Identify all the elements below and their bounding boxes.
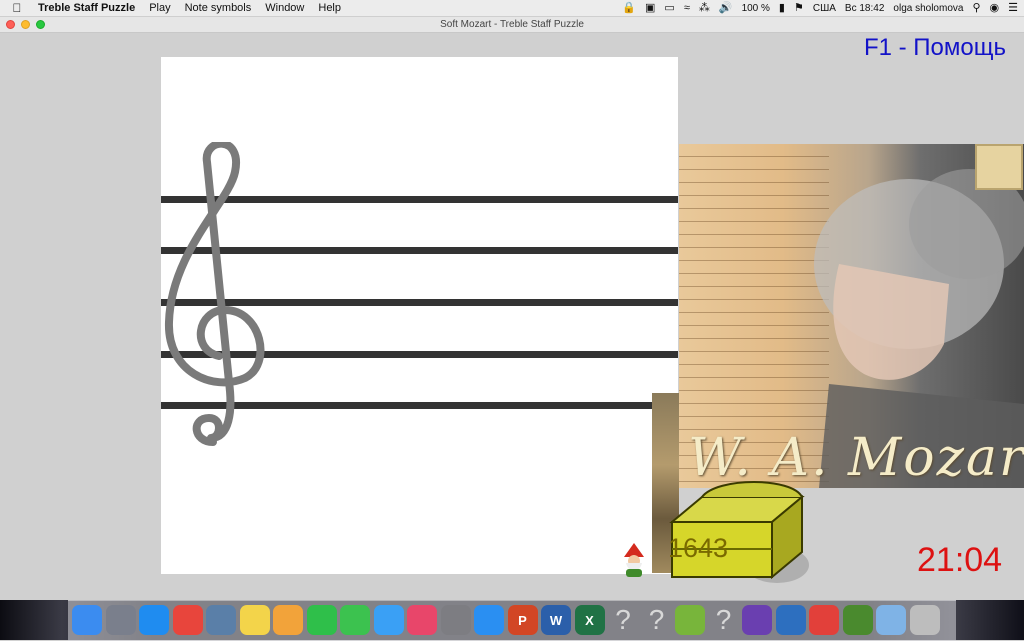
safari-icon[interactable] [139, 605, 169, 635]
game-area: F1 - Помощь W. A. Mozart 1643 21:04 [0, 33, 1024, 600]
anydesk-icon[interactable] [809, 605, 839, 635]
treble-clef-icon [164, 142, 265, 446]
chest-counter: 1643 [668, 533, 729, 563]
window-title: Soft Mozart - Treble Staff Puzzle [440, 19, 584, 30]
status-area: 🔒 ▣ ▭ ≈ ⁂ 🔊 100 % ▮ ⚑ США Вс 18:42 olga … [622, 0, 1018, 16]
gnome-icon[interactable] [620, 543, 648, 577]
game-timer: 21:04 [917, 541, 1003, 579]
dock: P W X??? [68, 600, 956, 641]
search-icon[interactable]: ⚲ [972, 0, 980, 16]
menu-note-symbols[interactable]: Note symbols [178, 2, 259, 14]
puzzle-tile[interactable] [975, 144, 1023, 190]
toggle-icon[interactable]: ▭ [664, 0, 674, 16]
help-hint[interactable]: F1 - Помощь [864, 34, 1006, 62]
excel-icon[interactable]: X [574, 605, 605, 635]
powerpoint-icon[interactable]: P [507, 605, 538, 635]
facetime-icon[interactable] [340, 605, 370, 635]
folder-icon[interactable] [876, 605, 906, 635]
chrome-icon[interactable] [172, 605, 203, 635]
photos-icon[interactable] [273, 605, 303, 635]
treble-staff[interactable] [161, 57, 678, 574]
battery-icon[interactable]: ▮ [779, 0, 785, 16]
messages-icon[interactable] [373, 605, 404, 635]
alert-icon[interactable]: ▣ [645, 0, 655, 16]
menu-bar:  Treble Staff Puzzle Play Note symbols … [0, 0, 1024, 17]
lock-icon[interactable]: 🔒 [622, 0, 636, 16]
notes-icon[interactable] [239, 605, 270, 635]
itunes-icon[interactable] [407, 605, 437, 635]
siri-icon[interactable]: ◉ [990, 0, 1000, 16]
word-icon[interactable]: W [541, 605, 571, 635]
system-preferences-icon[interactable] [440, 605, 471, 635]
whatsapp-icon[interactable] [306, 605, 337, 635]
finder-icon[interactable] [72, 605, 102, 635]
screen-app-icon[interactable] [775, 605, 806, 635]
bluetooth-icon[interactable]: ⁂ [699, 0, 710, 16]
volume-icon[interactable]: 🔊 [719, 0, 733, 16]
flag-icon: ⚑ [793, 2, 804, 14]
question-icon[interactable]: ? [642, 604, 672, 635]
clock[interactable]: Вс 18:42 [845, 3, 884, 14]
app-store-icon[interactable] [474, 605, 504, 635]
input-source[interactable]: США [813, 3, 836, 14]
menu-window[interactable]: Window [258, 2, 311, 14]
visual-studio-icon[interactable] [742, 605, 772, 635]
wifi-icon[interactable]: ≈ [684, 0, 690, 16]
notification-center-icon[interactable]: ☰ [1008, 0, 1018, 16]
menu-play[interactable]: Play [142, 2, 177, 14]
launchpad-icon[interactable] [105, 605, 136, 635]
soft-mozart-icon[interactable] [842, 605, 873, 635]
question-icon[interactable]: ? [709, 604, 739, 635]
trash-icon[interactable] [909, 605, 940, 635]
menu-help[interactable]: Help [311, 2, 348, 14]
window-title-bar: Soft Mozart - Treble Staff Puzzle [0, 17, 1024, 33]
preview-icon[interactable] [206, 605, 236, 635]
treasure-chest-icon[interactable] [662, 477, 812, 587]
utorrent-icon[interactable] [675, 605, 705, 635]
app-menu[interactable]: Treble Staff Puzzle [34, 2, 142, 14]
question-icon[interactable]: ? [608, 604, 638, 635]
apple-menu-icon[interactable]:  [0, 1, 34, 15]
user-name[interactable]: olga sholomova [893, 3, 963, 14]
battery-status[interactable]: 100 % [742, 3, 770, 14]
